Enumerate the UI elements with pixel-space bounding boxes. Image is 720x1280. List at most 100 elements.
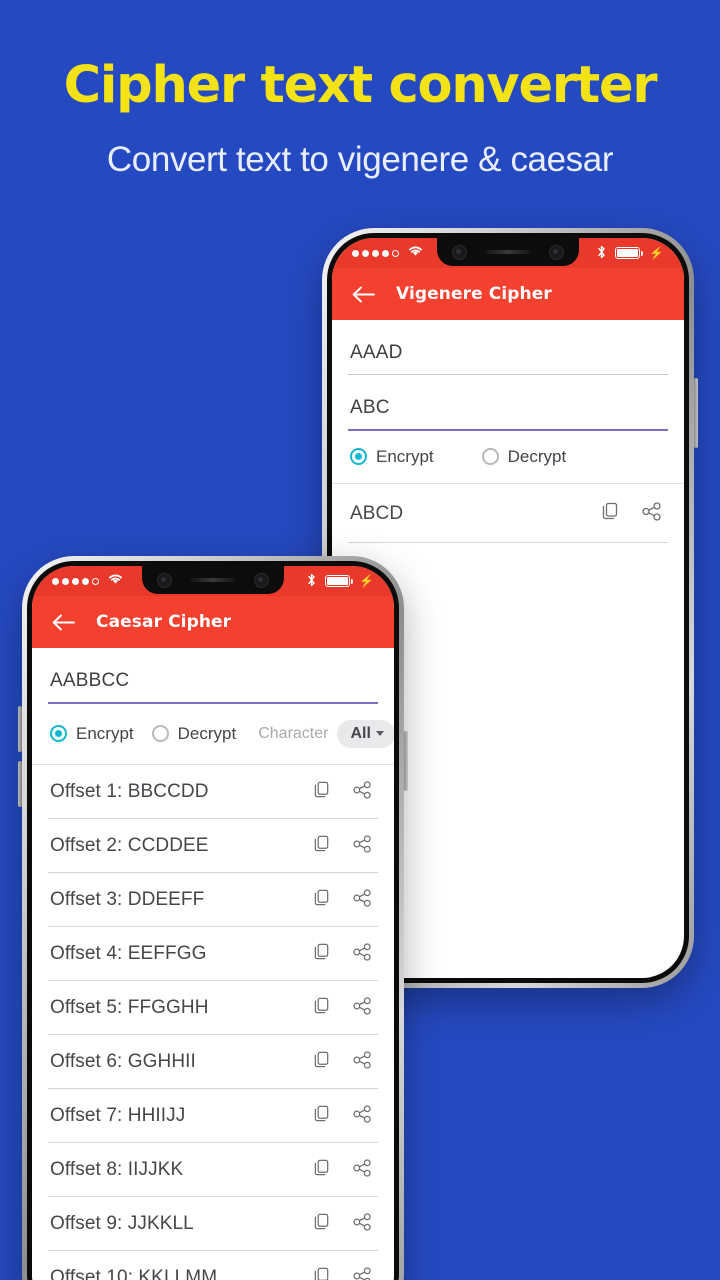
row-actions [313,1104,376,1128]
vigenere-result-row: ABCD [348,484,668,542]
offset-text: Offset 8: IIJJKK [50,1159,184,1181]
share-icon[interactable] [642,501,662,526]
offset-text: Offset 4: EEFFGG [50,943,207,965]
caesar-input-field[interactable]: AABBCC [48,648,378,702]
caesar-screen: ⚡ Caesar Cipher AABBCC Encrypt Decrypt C… [32,566,394,1280]
list-item[interactable]: Offset 1: BBCCDD [48,765,378,818]
vigenere-input-field[interactable]: AAAD [348,320,668,374]
copy-icon[interactable] [313,781,331,804]
row-actions [313,942,376,966]
wifi-icon [407,244,424,262]
front-camera-icon [157,572,172,588]
bluetooth-icon [307,573,316,589]
copy-icon[interactable] [313,997,331,1020]
sensor-icon [254,572,269,588]
vigenere-body: AAAD ABC Encrypt Decrypt ABCD [332,320,684,543]
chevron-down-icon [375,731,384,737]
charging-bolt-icon: ⚡ [649,246,664,260]
list-item[interactable]: Offset 4: EEFFGG [48,927,378,980]
copy-icon[interactable] [601,502,620,526]
list-item[interactable]: Offset 9: JJKKLL [48,1197,378,1250]
copy-icon[interactable] [313,1267,331,1280]
share-icon[interactable] [353,1104,372,1128]
vigenere-row-actions [601,501,666,526]
caesar-phone-bezel: ⚡ Caesar Cipher AABBCC Encrypt Decrypt C… [27,561,399,1280]
caesar-status-right-group: ⚡ [307,573,394,589]
copy-icon[interactable] [313,1213,331,1236]
copy-icon[interactable] [313,1105,331,1128]
list-item[interactable]: Offset 10: KKLLMM [48,1251,378,1280]
offset-text: Offset 7: HHIIJJ [50,1105,186,1127]
copy-icon[interactable] [313,835,331,858]
front-camera-icon [452,244,467,260]
vigenere-radio-decrypt[interactable]: Decrypt [481,446,567,467]
row-actions [313,996,376,1020]
offset-text: Offset 3: DDEEFF [50,889,205,911]
caesar-decrypt-label: Decrypt [177,723,237,743]
back-arrow-icon[interactable] [50,609,76,635]
caesar-offset-list: Offset 1: BBCCDD Offset 2: CCDDEE Offset… [48,765,378,1280]
caesar-title: Caesar Cipher [96,612,232,632]
caesar-body: AABBCC Encrypt Decrypt Character All Off… [32,648,394,1280]
caesar-radio-encrypt[interactable]: Encrypt [50,724,134,744]
share-icon[interactable] [353,1212,372,1236]
share-icon[interactable] [353,1266,372,1280]
display-notch [437,238,579,266]
copy-icon[interactable] [313,1159,331,1182]
share-icon[interactable] [353,888,372,912]
vigenere-result-underline [348,541,668,543]
back-arrow-icon[interactable] [350,281,376,307]
vigenere-result-text: ABCD [350,502,404,524]
earpiece-speaker-icon [190,578,236,582]
copy-icon[interactable] [313,943,331,966]
row-actions [313,1212,376,1236]
share-icon[interactable] [353,942,372,966]
signal-strength-icon [52,577,99,585]
radio-unselected-icon [481,448,499,466]
volume-up-button[interactable] [18,706,22,752]
list-item[interactable]: Offset 3: DDEEFF [48,873,378,926]
caesar-status-left-group [32,572,124,590]
row-actions [313,834,376,858]
caesar-status-bar: ⚡ [32,566,394,596]
offset-text: Offset 5: FFGGHH [50,997,209,1019]
vigenere-encrypt-label: Encrypt [376,446,434,466]
offset-text: Offset 9: JJKKLL [50,1213,194,1235]
caesar-power-button[interactable] [404,731,408,791]
radio-unselected-icon [151,725,169,743]
share-icon[interactable] [353,996,372,1020]
caesar-encrypt-label: Encrypt [76,723,134,743]
vigenere-decrypt-label: Decrypt [507,446,567,466]
list-item[interactable]: Offset 5: FFGGHH [48,981,378,1034]
volume-down-button[interactable] [18,761,22,807]
vigenere-mode-row: Encrypt Decrypt [348,431,668,483]
share-icon[interactable] [353,834,372,858]
poster-canvas: Cipher text converter Convert text to vi… [0,0,720,1280]
caesar-radio-decrypt[interactable]: Decrypt [151,723,237,744]
character-filter-dropdown[interactable]: All [337,719,394,748]
wifi-icon [107,572,124,590]
vigenere-radio-encrypt[interactable]: Encrypt [350,447,434,467]
status-right-group: ⚡ [597,245,684,261]
sensor-icon [549,244,564,260]
copy-icon[interactable] [313,889,331,912]
list-item[interactable]: Offset 2: CCDDEE [48,819,378,872]
share-icon[interactable] [353,1050,372,1074]
caesar-app-bar: Caesar Cipher [32,596,394,648]
share-icon[interactable] [353,1158,372,1182]
copy-icon[interactable] [313,1051,331,1074]
list-item[interactable]: Offset 6: GGHHII [48,1035,378,1088]
display-notch [142,566,284,594]
character-filter-value: All [350,724,371,742]
power-button[interactable] [694,378,698,448]
signal-strength-icon [352,249,399,257]
list-item[interactable]: Offset 8: IIJJKK [48,1143,378,1196]
share-icon[interactable] [353,780,372,804]
page-subtitle: Convert text to vigenere & caesar [106,140,614,180]
offset-text: Offset 6: GGHHII [50,1051,196,1073]
list-item[interactable]: Offset 7: HHIIJJ [48,1089,378,1142]
caesar-phone-frame: ⚡ Caesar Cipher AABBCC Encrypt Decrypt C… [18,556,408,1280]
battery-icon [325,575,354,587]
vigenere-status-bar: ⚡ [332,238,684,268]
vigenere-key-field[interactable]: ABC [348,375,668,429]
